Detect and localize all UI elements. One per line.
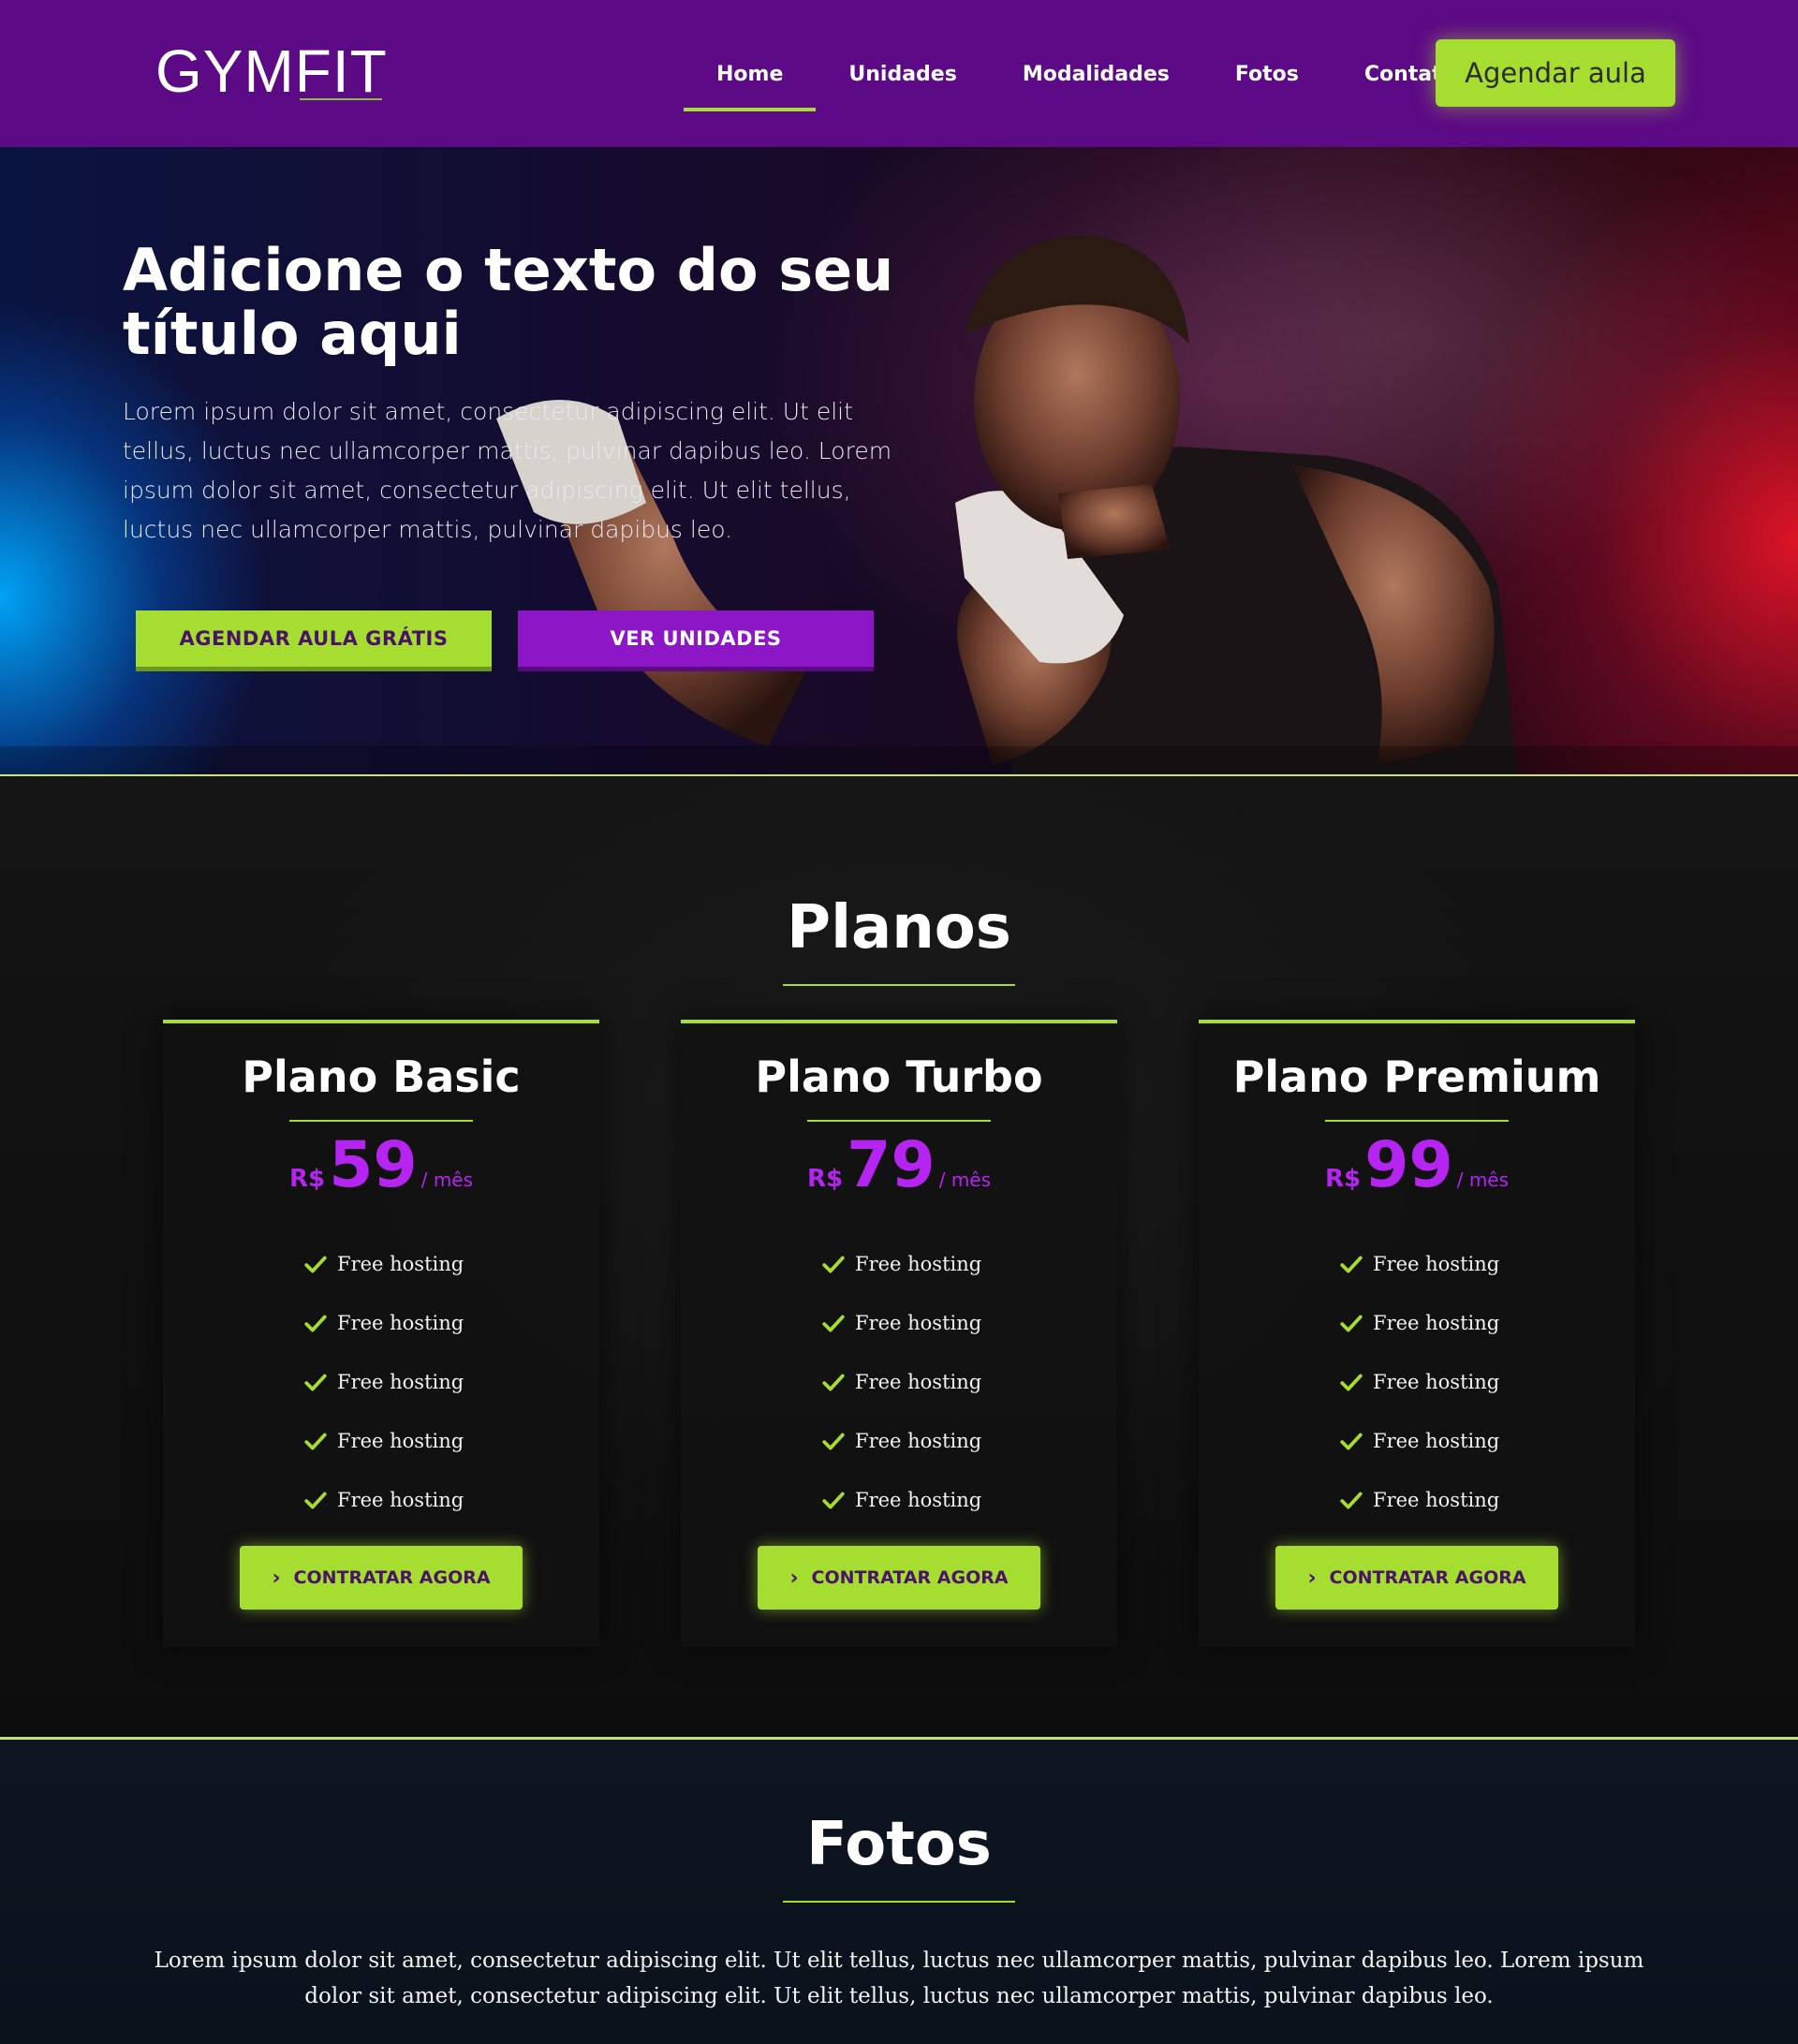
feature-item: Free hosting [1339,1293,1499,1352]
plan-price: R$79/ mês [681,1128,1117,1202]
contratar-agora-button[interactable]: › CONTRATAR AGORA [240,1546,523,1610]
plan-card-turbo: Plano Turbo R$79/ mês Free hosting Free … [681,1020,1117,1647]
check-icon [822,1492,845,1508]
check-icon [1340,1433,1363,1449]
agendar-aula-button[interactable]: Agendar aula [1436,39,1675,107]
nav-item-fotos[interactable]: Fotos [1202,40,1332,110]
hero-description: Lorem ipsum dolor sit amet, consectetur … [123,398,892,543]
plan-title-rule [1325,1120,1509,1122]
chevron-right-icon: › [789,1566,799,1590]
feature-item: Free hosting [821,1352,981,1411]
feature-item: Free hosting [1339,1411,1499,1470]
fotos-section: Fotos Lorem ipsum dolor sit amet, consec… [0,1737,1798,2044]
feature-label: Free hosting [855,1370,982,1393]
plan-card-basic: Plano Basic R$59/ mês Free hosting Free … [163,1020,599,1647]
main-nav: Home Unidades Modalidades Fotos Contato [684,37,1489,112]
check-icon [822,1374,845,1390]
feature-label: Free hosting [855,1252,982,1275]
nav-item-home[interactable]: Home [684,40,817,111]
hero-banner: Adicione o texto do seu título aqui Lore… [0,147,1798,774]
nav-item-unidades[interactable]: Unidades [816,40,989,110]
logo-underline [300,98,382,100]
feature-label: Free hosting [337,1370,464,1393]
feature-item: Free hosting [303,1293,464,1352]
check-icon [1340,1256,1363,1272]
check-icon [822,1433,845,1449]
feature-label: Free hosting [1373,1311,1500,1334]
feature-label: Free hosting [855,1311,982,1334]
plan-name: Plano Basic [242,1051,521,1102]
planos-title-rule [783,984,1015,986]
feature-label: Free hosting [855,1429,982,1452]
feature-item: Free hosting [821,1293,981,1352]
check-icon [1340,1374,1363,1390]
button-label: CONTRATAR AGORA [293,1567,491,1588]
check-icon [304,1374,327,1390]
feature-label: Free hosting [1373,1370,1500,1393]
button-label: CONTRATAR AGORA [811,1567,1009,1588]
agendar-aula-gratis-button[interactable]: AGENDAR AULA GRÁTIS [136,610,492,667]
feature-item: Free hosting [1339,1352,1499,1411]
contratar-agora-button[interactable]: › CONTRATAR AGORA [1275,1546,1558,1610]
plan-name: Plano Premium [1232,1051,1601,1102]
contratar-agora-button[interactable]: › CONTRATAR AGORA [758,1546,1040,1610]
button-label: CONTRATAR AGORA [1329,1567,1526,1588]
price-period: / mês [1456,1169,1510,1191]
plan-price: R$99/ mês [1199,1128,1635,1202]
price-period: / mês [420,1169,474,1191]
price-currency: R$ [806,1165,844,1193]
price-value: 79 [847,1128,936,1202]
feature-item: Free hosting [1339,1234,1499,1293]
feature-item: Free hosting [821,1411,981,1470]
plan-name: Plano Turbo [755,1051,1043,1102]
feature-item: Free hosting [1339,1470,1499,1529]
feature-item: Free hosting [821,1234,981,1293]
feature-label: Free hosting [1373,1252,1500,1275]
feature-label: Free hosting [337,1311,464,1334]
price-period: / mês [938,1169,992,1191]
planos-section: Planos Plano Basic R$59/ mês Free hostin… [0,774,1798,1737]
check-icon [304,1315,327,1331]
logo[interactable]: GYMFIT [155,36,388,107]
fotos-description: Lorem ipsum dolor sit amet, consectetur … [154,1948,1644,2008]
fotos-title: Fotos [806,1810,992,1879]
plan-price: R$59/ mês [163,1128,599,1202]
plan-features: Free hosting Free hosting Free hosting F… [1339,1234,1499,1529]
check-icon [1340,1315,1363,1331]
check-icon [304,1433,327,1449]
hero-title: Adicione o texto do seu título aqui [123,236,894,368]
price-value: 59 [329,1128,418,1202]
feature-label: Free hosting [337,1252,464,1275]
feature-label: Free hosting [1373,1429,1500,1452]
price-value: 99 [1364,1128,1453,1202]
check-icon [1340,1492,1363,1508]
check-icon [304,1256,327,1272]
feature-label: Free hosting [337,1488,464,1511]
site-header: GYMFIT Home Unidades Modalidades Fotos C… [0,0,1798,147]
price-currency: R$ [1324,1165,1362,1193]
ver-unidades-button[interactable]: VER UNIDADES [518,610,874,667]
check-icon [822,1315,845,1331]
chevron-right-icon: › [1307,1566,1317,1590]
plan-title-rule [289,1120,473,1122]
feature-label: Free hosting [337,1429,464,1452]
feature-label: Free hosting [855,1488,982,1511]
planos-title: Planos [787,893,1011,963]
feature-item: Free hosting [303,1234,464,1293]
plan-title-rule [807,1120,991,1122]
feature-label: Free hosting [1373,1488,1500,1511]
check-icon [304,1492,327,1508]
nav-item-modalidades[interactable]: Modalidades [990,40,1202,110]
price-currency: R$ [288,1165,326,1193]
feature-item: Free hosting [303,1470,464,1529]
fotos-title-rule [783,1901,1015,1903]
chevron-right-icon: › [272,1566,281,1590]
plan-features: Free hosting Free hosting Free hosting F… [303,1234,464,1529]
check-icon [822,1256,845,1272]
feature-item: Free hosting [821,1470,981,1529]
plan-features: Free hosting Free hosting Free hosting F… [821,1234,981,1529]
feature-item: Free hosting [303,1352,464,1411]
plan-card-premium: Plano Premium R$99/ mês Free hosting Fre… [1199,1020,1635,1647]
feature-item: Free hosting [303,1411,464,1470]
